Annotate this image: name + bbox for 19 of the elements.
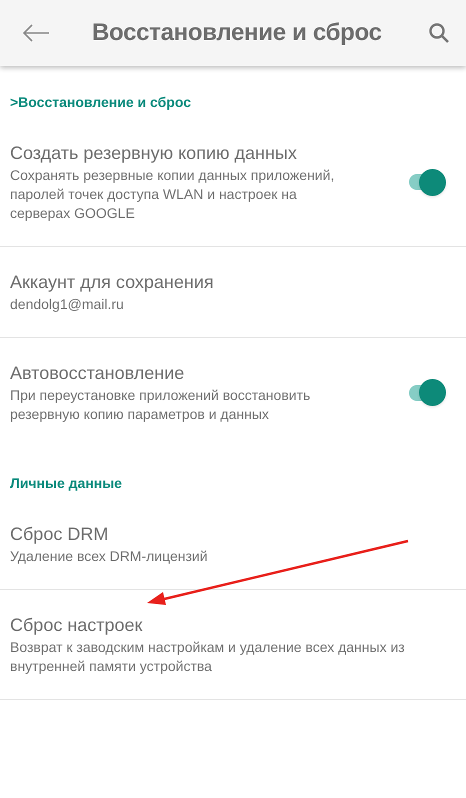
item-title: Создать резервную копию данных [10,142,297,165]
settings-item[interactable]: Создать резервную копию данных Сохранять резервные копии данных приложений, паролей точек доступа WLAN и настроек на серверах GOOGLE [0,118,466,247]
section-header: >Восстановление и сброс [9,93,192,112]
settings-item[interactable]: Сброс DRM Удаление всех DRM-лицензий [0,499,466,590]
item-summary: Удаление всех DRM-лицензий [10,547,209,566]
settings-item[interactable]: Аккаунт для сохранения dendolg1@mail.ru [0,247,466,338]
back-arrow-icon [21,23,51,43]
item-title: Автовосстановление [10,362,184,385]
item-summary: Возврат к заводским настройкам и удаление всех данных из внутренней памяти устройства [10,638,406,676]
item-title: Сброс DRM [10,523,108,546]
section-header: Личные данные [9,474,123,493]
item-summary: dendolg1@mail.ru [10,295,125,314]
item-summary: При переустановке приложений восстановить резервную копию параметров и данных [10,386,312,424]
item-title: Аккаунт для сохранения [10,271,214,294]
search-icon [428,22,450,44]
item-summary: Сохранять резервные копии данных приложений, паролей точек доступа WLAN и настроек на серверах GOOGLE [10,166,336,223]
screen-title: Восстановление и сброс [92,18,382,48]
settings-item[interactable]: Автовосстановление При переустановке приложений восстановить резервную копию параметров и данных [0,338,466,447]
item-title: Сброс настроек [10,614,142,637]
